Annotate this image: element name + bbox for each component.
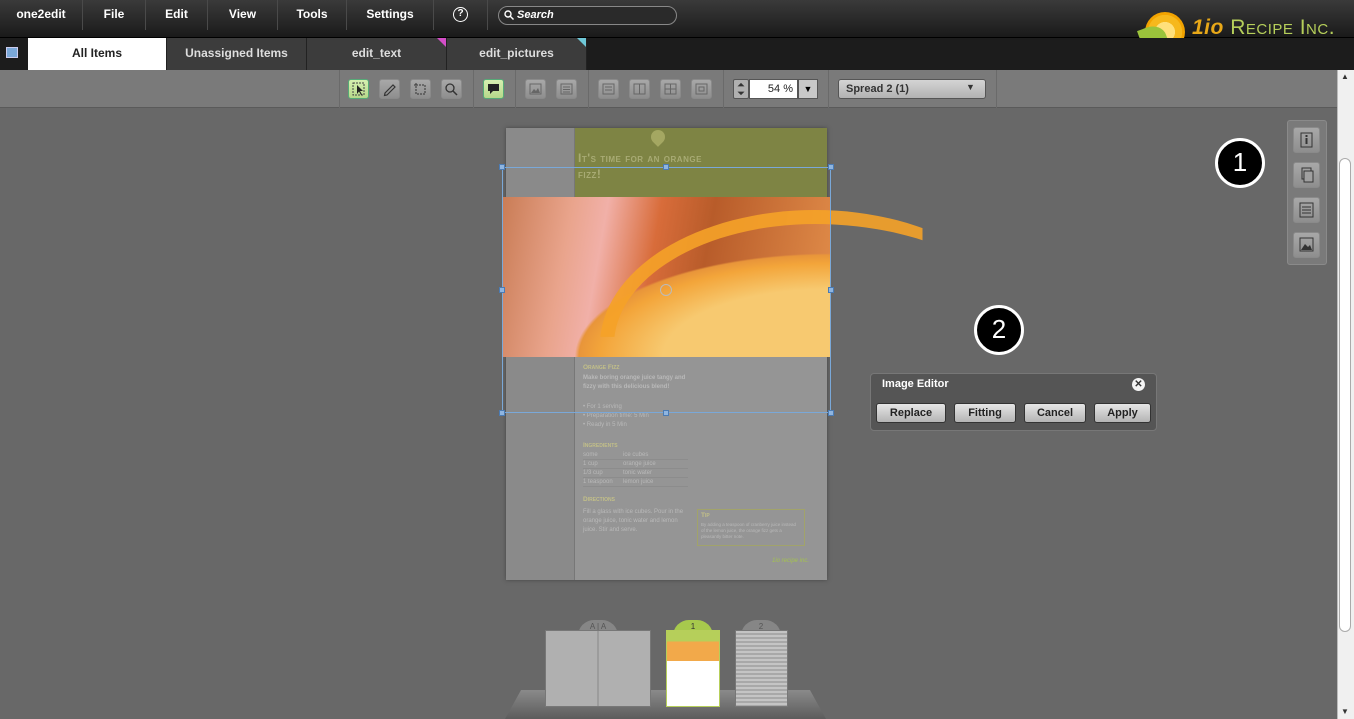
table-row: some ice cubes bbox=[583, 451, 688, 460]
ingredient-qty: 1 teaspoon bbox=[583, 479, 613, 485]
view-grid-button[interactable] bbox=[660, 79, 681, 99]
comment-tool-button[interactable] bbox=[483, 79, 504, 99]
menu-file[interactable]: File bbox=[83, 0, 146, 30]
spread-select[interactable]: Spread 2 (1) bbox=[838, 79, 986, 99]
directions-title: Directions bbox=[583, 496, 615, 503]
menu-edit[interactable]: Edit bbox=[146, 0, 208, 30]
zoom-input[interactable]: 54 % bbox=[749, 79, 798, 99]
resize-handle[interactable] bbox=[663, 410, 669, 416]
ingredient-name: tonic water bbox=[623, 470, 653, 476]
thumbnail-page-1[interactable] bbox=[666, 630, 720, 707]
tab-marker bbox=[577, 38, 586, 47]
tab-unassigned-items[interactable]: Unassigned Items bbox=[167, 38, 307, 70]
tab-menu-icon[interactable] bbox=[6, 47, 18, 58]
tab-edit-text[interactable]: edit_text bbox=[307, 38, 447, 70]
resize-handle[interactable] bbox=[828, 287, 834, 293]
menu-tools[interactable]: Tools bbox=[278, 0, 347, 30]
tab-marker bbox=[437, 38, 446, 47]
scrollbar-thumb[interactable] bbox=[1339, 158, 1351, 632]
list-panel-button[interactable] bbox=[1293, 197, 1320, 223]
ingredient-qty: 1/3 cup bbox=[583, 470, 603, 476]
pencil-tool-button[interactable] bbox=[379, 79, 400, 99]
view-single-button[interactable] bbox=[598, 79, 619, 99]
cancel-button[interactable]: Cancel bbox=[1024, 403, 1086, 423]
image-editor-title: Image Editor bbox=[882, 378, 949, 390]
view-fit-button[interactable] bbox=[691, 79, 712, 99]
image-panel-button[interactable] bbox=[1293, 232, 1320, 258]
menu-view[interactable]: View bbox=[208, 0, 278, 30]
replace-button[interactable]: Replace bbox=[876, 403, 946, 423]
page-footer-logo: 1io recipe inc. bbox=[772, 558, 810, 564]
toolbar-divider bbox=[473, 70, 474, 108]
tip-title: Tip bbox=[701, 512, 710, 519]
tab-all-items[interactable]: All Items bbox=[28, 38, 167, 70]
resize-handle[interactable] bbox=[663, 164, 669, 170]
crosshair-icon[interactable] bbox=[660, 284, 672, 296]
chevron-down-icon: ▼ bbox=[966, 82, 975, 92]
menu-settings[interactable]: Settings bbox=[347, 0, 434, 30]
info-icon bbox=[1300, 132, 1313, 148]
thumbnail-master[interactable] bbox=[545, 630, 651, 707]
insert-text-button[interactable] bbox=[556, 79, 577, 99]
resize-handle[interactable] bbox=[499, 164, 505, 170]
callout-marker: 2 bbox=[974, 305, 1024, 355]
zoom-stepper[interactable] bbox=[733, 79, 749, 99]
toolbar-divider bbox=[588, 70, 589, 108]
table-row: 1 cup orange juice bbox=[583, 460, 688, 469]
bullet-item: • Preparation time: 5 Min bbox=[583, 413, 649, 419]
resize-handle[interactable] bbox=[499, 287, 505, 293]
search-icon bbox=[504, 10, 514, 20]
search-input[interactable]: Search bbox=[498, 6, 677, 25]
scroll-down-icon[interactable]: ▼ bbox=[1341, 707, 1349, 716]
pages-icon bbox=[1301, 167, 1314, 183]
tab-edit-pictures[interactable]: edit_pictures bbox=[447, 38, 587, 70]
info-panel-button[interactable] bbox=[1293, 127, 1320, 153]
apply-button[interactable]: Apply bbox=[1094, 403, 1151, 423]
ingredient-qty: some bbox=[583, 452, 598, 458]
ingredient-name: ice cubes bbox=[623, 452, 649, 458]
view-spread-button[interactable] bbox=[629, 79, 650, 99]
image-icon bbox=[1299, 237, 1314, 252]
directions-text[interactable]: Fill a glass with ice cubes. Pour in the… bbox=[583, 508, 689, 535]
close-icon[interactable]: ✕ bbox=[1132, 378, 1145, 391]
toolbar-divider bbox=[339, 70, 340, 108]
ingredient-name: lemon juice bbox=[623, 479, 654, 485]
toolbar-divider bbox=[723, 70, 724, 108]
ingredients-table[interactable]: some ice cubes 1 cup orange juice 1/3 cup t… bbox=[583, 451, 688, 487]
callout-marker: 1 bbox=[1215, 138, 1265, 188]
ingredients-title: Ingredients bbox=[583, 442, 618, 449]
fitting-button[interactable]: Fitting bbox=[954, 403, 1016, 423]
list-icon bbox=[1299, 202, 1314, 218]
tip-text: By adding a teaspoon of cranberry juice … bbox=[701, 522, 797, 539]
crop-tool-button[interactable] bbox=[410, 79, 431, 99]
scroll-up-icon[interactable]: ▲ bbox=[1341, 72, 1349, 81]
tab-label: edit_pictures bbox=[479, 46, 554, 60]
table-row: 1/3 cup tonic water bbox=[583, 469, 688, 478]
select-tool-button[interactable] bbox=[348, 79, 369, 99]
logo-company: Recipe Inc. bbox=[1230, 16, 1336, 39]
table-row: 1 teaspoon lemon juice bbox=[583, 478, 688, 487]
logo: 1io Recipe Inc. bbox=[1192, 16, 1335, 40]
logo-brand: 1io bbox=[1192, 16, 1224, 39]
zoom-tool-button[interactable] bbox=[441, 79, 462, 99]
tab-label: edit_text bbox=[351, 46, 402, 60]
pages-panel-button[interactable] bbox=[1293, 162, 1320, 188]
ingredient-qty: 1 cup bbox=[583, 461, 598, 467]
toolbar-divider bbox=[828, 70, 829, 108]
ingredient-name: orange juice bbox=[623, 461, 656, 467]
resize-handle[interactable] bbox=[499, 410, 505, 416]
toolbar-divider bbox=[996, 70, 997, 108]
resize-handle[interactable] bbox=[828, 164, 834, 170]
zoom-dropdown-icon[interactable]: ▼ bbox=[798, 79, 818, 99]
thumbnail-page-2[interactable] bbox=[735, 630, 788, 707]
toolbar-divider bbox=[515, 70, 516, 108]
insert-image-button[interactable] bbox=[525, 79, 546, 99]
menu-one2edit[interactable]: one2edit bbox=[0, 0, 83, 30]
resize-handle[interactable] bbox=[828, 410, 834, 416]
bullet-item: • Ready in 5 Min bbox=[583, 422, 627, 428]
help-icon[interactable]: ? bbox=[453, 7, 468, 22]
